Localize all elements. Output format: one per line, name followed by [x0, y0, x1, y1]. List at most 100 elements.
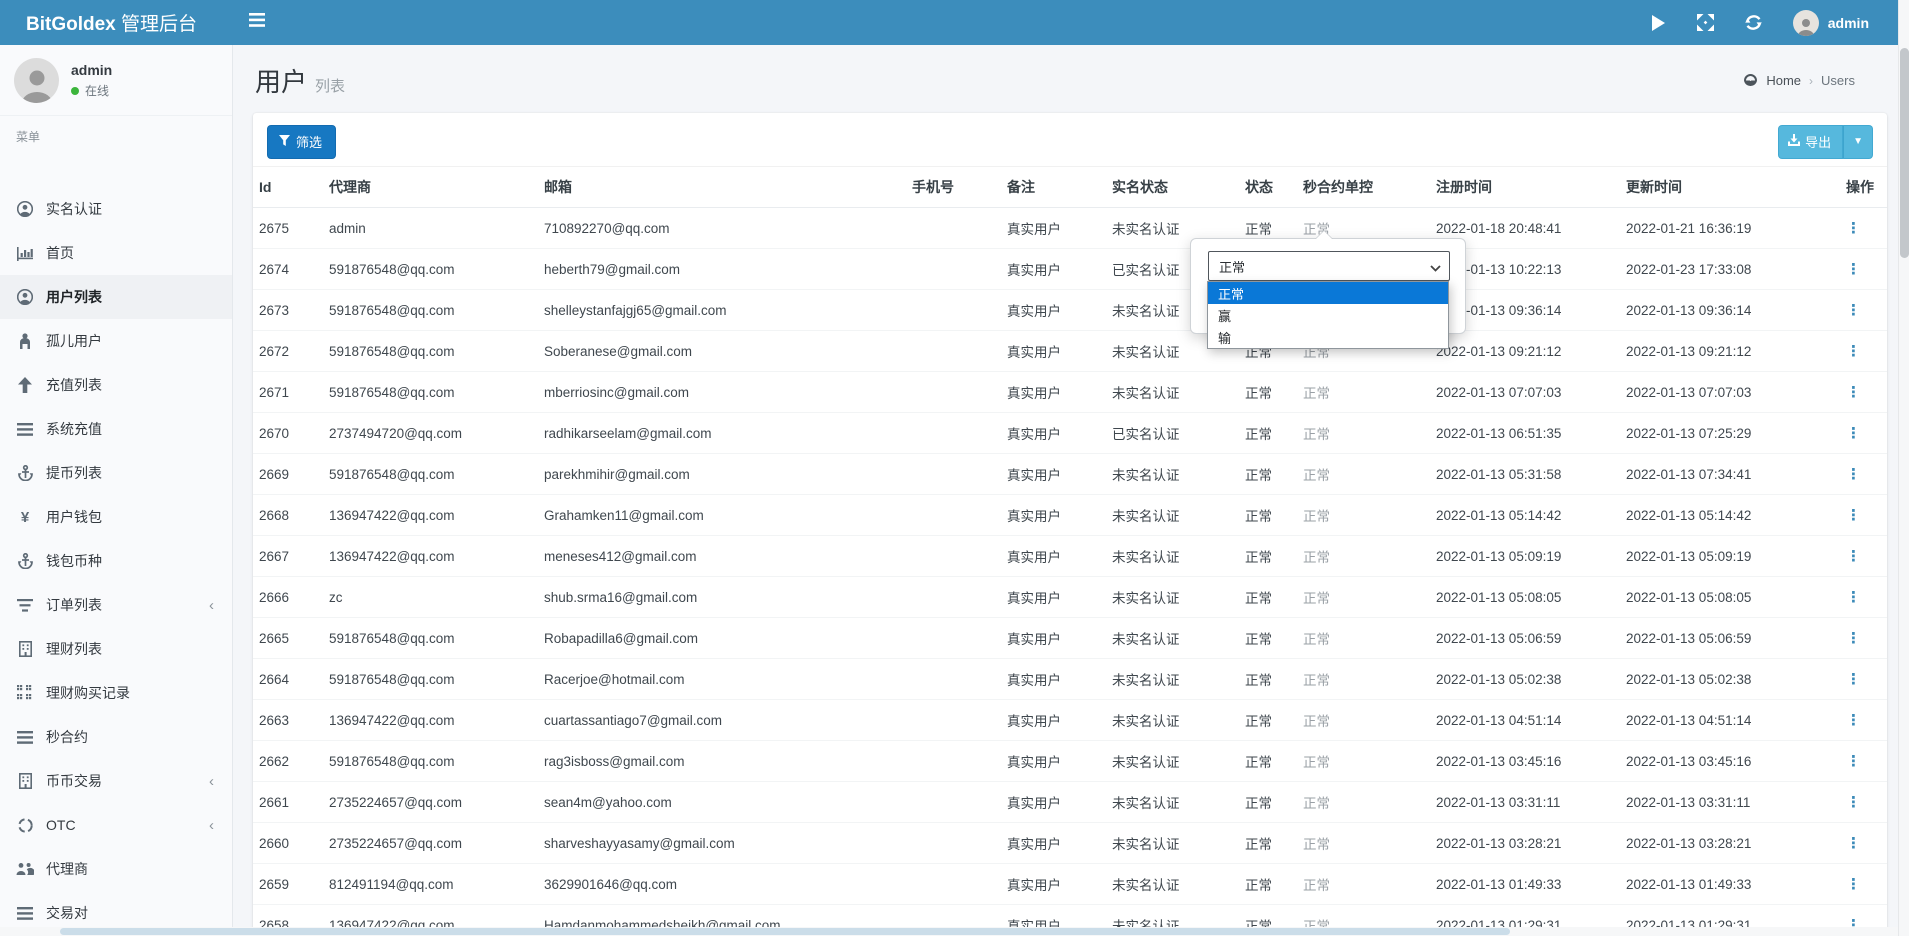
sidebar-item-用户钱包[interactable]: ¥ 用户钱包 ‹ [0, 495, 232, 539]
cell-status: 正常 [1239, 372, 1297, 413]
refresh-icon[interactable] [1745, 14, 1763, 32]
play-icon[interactable] [1649, 14, 1667, 32]
cell-order-control[interactable]: 正常 [1297, 782, 1430, 823]
cell-order-control[interactable]: 正常 [1297, 864, 1430, 905]
cell-order-control[interactable]: 正常 [1297, 372, 1430, 413]
row-actions-button[interactable]: ⋮ [1846, 507, 1862, 524]
sidebar-item-提币列表[interactable]: 提币列表 ‹ [0, 451, 232, 495]
sidebar-item-币币交易[interactable]: 币币交易 ‹ [0, 759, 232, 803]
row-actions-button[interactable]: ⋮ [1846, 589, 1862, 606]
sidebar-item-理财列表[interactable]: 理财列表 ‹ [0, 627, 232, 671]
row-actions-button[interactable]: ⋮ [1846, 343, 1862, 360]
row-actions-button[interactable]: ⋮ [1846, 548, 1862, 565]
sidebar-item-充值列表[interactable]: 充值列表 ‹ [0, 363, 232, 407]
sidebar-toggle-button[interactable] [249, 13, 265, 32]
table-row: 2673 591876548@qq.com shelleystanfajgj65… [253, 290, 1887, 331]
online-status-icon [71, 87, 79, 95]
users-icon [16, 860, 34, 878]
vertical-scrollbar-thumb[interactable] [1900, 48, 1909, 258]
cell-remark: 真实用户 [1001, 536, 1106, 577]
cell-agent: admin [323, 208, 538, 249]
vertical-scrollbar[interactable] [1898, 0, 1909, 936]
cell-phone [906, 249, 1001, 290]
page-title: 用户列表 [255, 62, 345, 99]
cell-order-control[interactable]: 正常 [1297, 454, 1430, 495]
sidebar-item-实名认证[interactable]: 实名认证 ‹ [0, 187, 232, 231]
cell-remark: 真实用户 [1001, 249, 1106, 290]
cell-updated-at: 2022-01-13 05:09:19 [1620, 536, 1840, 577]
hamburger-icon [249, 13, 265, 32]
cell-kyc-status: 未实名认证 [1106, 782, 1239, 823]
sidebar-item-孤儿用户[interactable]: 孤儿用户 ‹ [0, 319, 232, 363]
cell-order-control[interactable]: 正常 [1297, 823, 1430, 864]
col-phone: 手机号 [906, 167, 1001, 208]
cell-order-control[interactable]: 正常 [1297, 495, 1430, 536]
row-actions-button[interactable]: ⋮ [1846, 425, 1862, 442]
cell-updated-at: 2022-01-23 17:33:08 [1620, 249, 1840, 290]
cell-order-control[interactable]: 正常 [1297, 659, 1430, 700]
cell-created-at: 2022-01-13 01:49:33 [1430, 864, 1620, 905]
row-actions-button[interactable]: ⋮ [1846, 384, 1862, 401]
cell-order-control[interactable]: 正常 [1297, 618, 1430, 659]
cell-created-at: 2022-01-13 09:21:12 [1430, 331, 1620, 372]
cell-order-control[interactable]: 正常 [1297, 700, 1430, 741]
sidebar-user-status: 在线 [71, 82, 112, 99]
breadcrumb-home-link[interactable]: Home [1766, 73, 1801, 88]
sidebar-item-订单列表[interactable]: 订单列表 ‹ [0, 583, 232, 627]
cell-order-control[interactable]: 正常 [1297, 741, 1430, 782]
breadcrumb-separator: › [1809, 74, 1813, 88]
filter-button[interactable]: 筛选 [267, 125, 336, 159]
horizontal-scrollbar-thumb[interactable] [60, 928, 1510, 935]
cell-phone [906, 659, 1001, 700]
cell-status: 正常 [1239, 536, 1297, 577]
fullscreen-icon[interactable] [1697, 14, 1715, 32]
export-dropdown-button[interactable]: ▼ [1843, 125, 1873, 159]
row-actions-button[interactable]: ⋮ [1846, 712, 1862, 729]
cell-email: Soberanese@gmail.com [538, 331, 906, 372]
cell-agent: 812491194@qq.com [323, 864, 538, 905]
sidebar-item-系统充值[interactable]: 系统充值 ‹ [0, 407, 232, 451]
row-actions-button[interactable]: ⋮ [1846, 630, 1862, 647]
cell-status: 正常 [1239, 659, 1297, 700]
cell-order-control[interactable]: 正常 [1297, 413, 1430, 454]
cell-order-control[interactable]: 正常 [1297, 577, 1430, 618]
app-brand[interactable]: BitGoldex 管理后台 [0, 9, 233, 36]
cell-created-at: 2022-01-13 04:51:14 [1430, 700, 1620, 741]
sidebar-item-理财购买记录[interactable]: 理财购买记录 ‹ [0, 671, 232, 715]
cell-kyc-status: 未实名认证 [1106, 495, 1239, 536]
cell-email: shelleystanfajgj65@gmail.com [538, 290, 906, 331]
row-actions-button[interactable]: ⋮ [1846, 302, 1862, 319]
row-actions-button[interactable]: ⋮ [1846, 261, 1862, 278]
row-actions-button[interactable]: ⋮ [1846, 753, 1862, 770]
dropdown-option-输[interactable]: 输 [1208, 326, 1448, 348]
sidebar-item-OTC[interactable]: OTC ‹ [0, 803, 232, 847]
sidebar-item-用户列表[interactable]: 用户列表 ‹ [0, 275, 232, 319]
cell-updated-at: 2022-01-21 16:36:19 [1620, 208, 1840, 249]
sidebar-item-首页[interactable]: 首页 ‹ [0, 231, 232, 275]
cell-status: 正常 [1239, 823, 1297, 864]
sidebar-item-代理商[interactable]: 代理商 ‹ [0, 847, 232, 891]
row-actions-button[interactable]: ⋮ [1846, 835, 1862, 852]
sidebar-item-秒合约[interactable]: 秒合约 ‹ [0, 715, 232, 759]
dropdown-option-赢[interactable]: 赢 [1208, 304, 1448, 326]
row-actions-button[interactable]: ⋮ [1846, 794, 1862, 811]
row-actions-button[interactable]: ⋮ [1846, 671, 1862, 688]
download-icon [1788, 134, 1800, 149]
user-menu[interactable]: admin [1793, 10, 1869, 36]
cell-created-at: 2022-01-13 03:31:11 [1430, 782, 1620, 823]
table-header-row: Id 代理商 邮箱 手机号 备注 实名状态 状态 秒合约单控 注册时间 更新时间… [253, 167, 1887, 208]
row-actions-button[interactable]: ⋮ [1846, 466, 1862, 483]
bar-chart-icon [16, 244, 34, 262]
cell-order-control[interactable]: 正常 [1297, 536, 1430, 577]
dropdown-option-正常[interactable]: 正常 [1208, 282, 1448, 304]
chevron-left-icon: ‹ [209, 817, 218, 834]
sidebar-item-钱包币种[interactable]: 钱包币种 ‹ [0, 539, 232, 583]
order-control-select[interactable]: 正常 [1208, 251, 1450, 281]
table-row: 2661 2735224657@qq.com sean4m@yahoo.com … [253, 782, 1887, 823]
row-actions-button[interactable]: ⋮ [1846, 220, 1862, 237]
cell-created-at: 2022-01-13 05:02:38 [1430, 659, 1620, 700]
person-icon [16, 332, 34, 350]
export-button[interactable]: 导出 [1778, 125, 1843, 159]
row-actions-button[interactable]: ⋮ [1846, 876, 1862, 893]
horizontal-scrollbar[interactable] [0, 927, 1898, 936]
